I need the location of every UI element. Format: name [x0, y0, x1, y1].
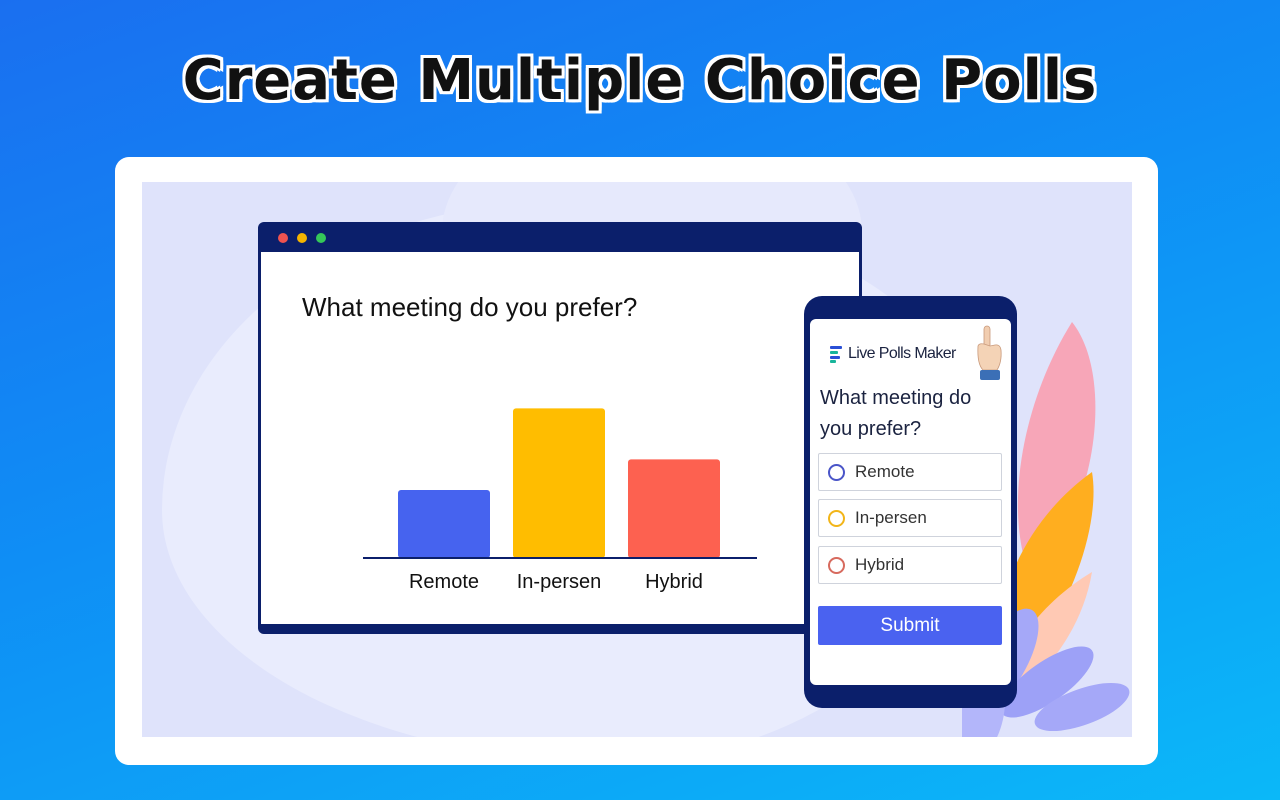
x-tick-label: Remote: [409, 571, 479, 593]
brand-name: Live Polls Maker: [848, 345, 956, 362]
desktop-window: What meeting do you prefer? Remote In-per…: [258, 222, 862, 634]
bar-hybrid: [628, 459, 720, 558]
option-label: In-persen: [855, 508, 927, 527]
radio-icon[interactable]: [828, 463, 845, 481]
option-in-persen[interactable]: In-persen: [818, 499, 1002, 537]
headline: Create Multiple Choice Polls: [182, 48, 1098, 113]
option-label: Hybrid: [855, 555, 905, 574]
results-bar-chart: Remote In-persen Hybrid: [363, 408, 757, 593]
illustration-card: What meeting do you prefer? Remote In-per…: [115, 157, 1158, 765]
maximize-dot-icon[interactable]: [316, 233, 326, 243]
minimize-dot-icon[interactable]: [297, 233, 307, 243]
option-label: Remote: [855, 462, 915, 481]
window-content: What meeting do you prefer? Remote In-per…: [261, 252, 859, 624]
radio-icon[interactable]: [828, 556, 845, 574]
bar-remote: [398, 490, 490, 558]
bar-in-persen: [513, 408, 605, 558]
radio-icon[interactable]: [828, 509, 845, 527]
window-titlebar: [258, 222, 862, 252]
submit-button[interactable]: Submit: [818, 606, 1002, 645]
x-tick-label: Hybrid: [645, 571, 703, 593]
x-tick-label: In-persen: [517, 571, 602, 593]
phone-screen: Live Polls Maker What meeting do you pre…: [810, 319, 1011, 685]
phone-poll-question: What meeting do you prefer?: [820, 387, 972, 440]
illustration-canvas: What meeting do you prefer? Remote In-per…: [142, 182, 1132, 737]
option-remote[interactable]: Remote: [818, 453, 1002, 491]
option-hybrid[interactable]: Hybrid: [818, 546, 1002, 584]
phone-device: Live Polls Maker What meeting do you pre…: [804, 296, 1017, 708]
pointing-hand-icon: [977, 325, 1002, 380]
brand-logo-icon: [830, 345, 844, 363]
brand: Live Polls Maker: [830, 345, 956, 363]
close-dot-icon[interactable]: [278, 233, 288, 243]
